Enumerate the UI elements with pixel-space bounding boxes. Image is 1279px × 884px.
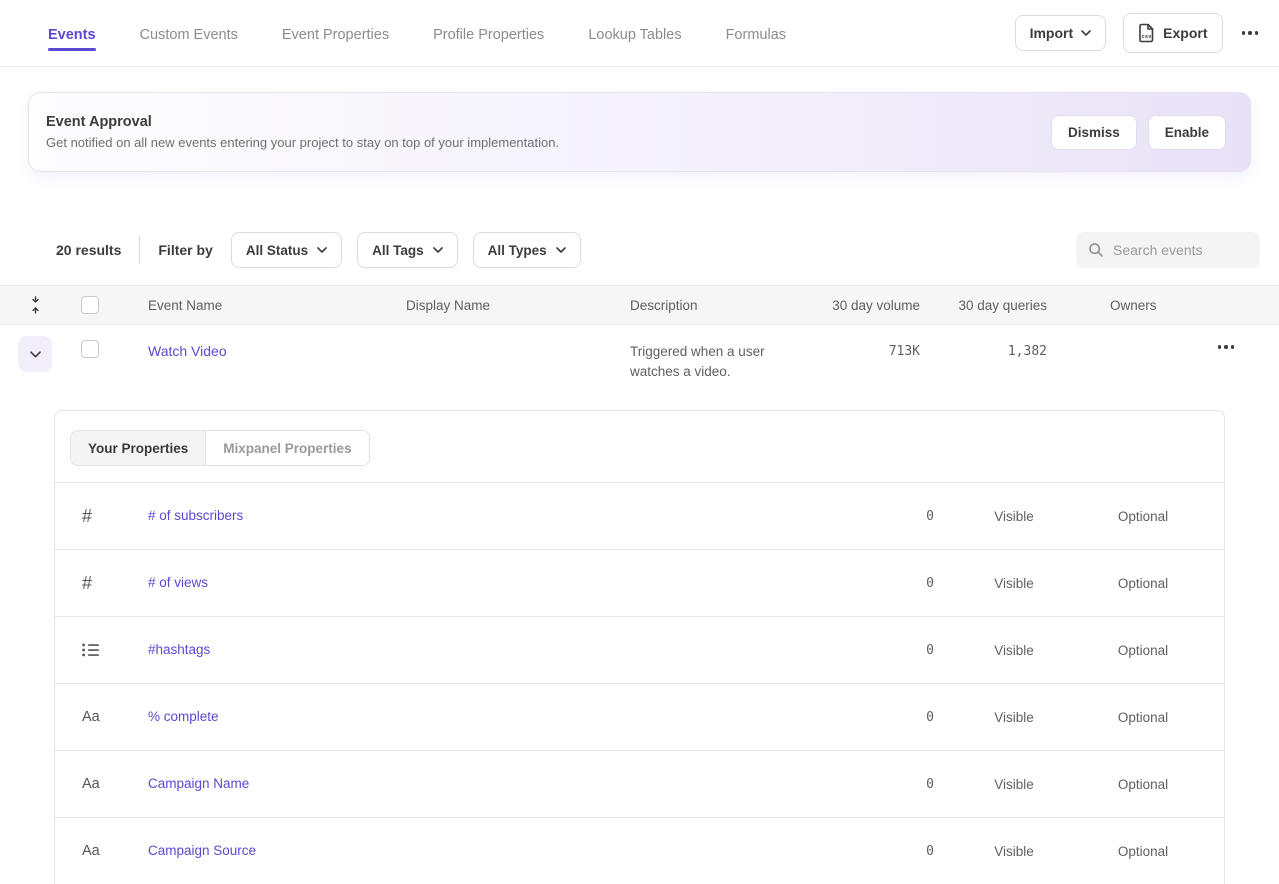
column-description[interactable]: Description — [630, 298, 820, 313]
event-queries: 1,382 — [1008, 336, 1047, 359]
tags-filter-label: All Tags — [372, 243, 424, 258]
properties-panel: Your Properties Mixpanel Properties # # … — [54, 410, 1225, 884]
types-filter-dropdown[interactable]: All Types — [473, 232, 581, 268]
tab-profile-properties[interactable]: Profile Properties — [433, 4, 544, 63]
property-visibility: Visible — [934, 509, 1094, 524]
search-events-box[interactable] — [1076, 232, 1260, 268]
property-visibility: Visible — [934, 643, 1094, 658]
types-filter-label: All Types — [488, 243, 547, 258]
text-icon: Aa — [82, 709, 100, 725]
tab-event-properties[interactable]: Event Properties — [282, 4, 389, 63]
number-icon: # — [82, 506, 92, 527]
property-row: Aa Campaign Name 0 Visible Optional — [55, 750, 1224, 817]
collapse-row-button[interactable] — [18, 336, 52, 372]
column-owners[interactable]: Owners — [1047, 298, 1279, 313]
property-link[interactable]: # of subscribers — [148, 508, 243, 523]
properties-tab-switcher: Your Properties Mixpanel Properties — [70, 430, 370, 466]
number-icon: # — [82, 573, 92, 594]
tab-your-properties[interactable]: Your Properties — [71, 431, 206, 465]
filter-bar: 20 results Filter by All Status All Tags… — [0, 232, 1279, 268]
export-button[interactable]: csv Export — [1123, 13, 1222, 53]
property-row: # # of subscribers 0 Visible Optional — [55, 482, 1224, 549]
property-count: 0 — [874, 509, 934, 524]
row-checkbox[interactable] — [81, 340, 99, 358]
property-link[interactable]: #hashtags — [148, 642, 210, 657]
column-event-name[interactable]: Event Name — [148, 298, 406, 313]
property-count: 0 — [874, 643, 934, 658]
property-count: 0 — [874, 777, 934, 792]
property-requirement: Optional — [1094, 710, 1192, 725]
chevron-down-icon — [1081, 30, 1091, 36]
event-description: Triggered when a user watches a video. — [630, 336, 790, 382]
column-30-day-volume[interactable]: 30 day volume — [820, 298, 920, 313]
property-link[interactable]: % complete — [148, 709, 219, 724]
property-visibility: Visible — [934, 576, 1094, 591]
tab-formulas[interactable]: Formulas — [726, 4, 786, 63]
property-count: 0 — [874, 710, 934, 725]
text-icon: Aa — [82, 843, 100, 859]
property-requirement: Optional — [1094, 643, 1192, 658]
property-row: Aa % complete 0 Visible Optional — [55, 683, 1224, 750]
import-button[interactable]: Import — [1015, 15, 1107, 51]
status-filter-label: All Status — [246, 243, 308, 258]
event-volume: 713K — [889, 336, 920, 359]
list-icon — [82, 643, 99, 657]
property-link[interactable]: Campaign Name — [148, 776, 249, 791]
property-row: # # of views 0 Visible Optional — [55, 549, 1224, 616]
more-icon — [1242, 31, 1259, 35]
export-button-label: Export — [1163, 25, 1207, 41]
select-all-checkbox[interactable] — [81, 296, 99, 314]
dismiss-button[interactable]: Dismiss — [1051, 115, 1137, 150]
csv-file-icon: csv — [1138, 23, 1155, 43]
property-requirement: Optional — [1094, 509, 1192, 524]
enable-button[interactable]: Enable — [1148, 115, 1226, 150]
tab-lookup-tables[interactable]: Lookup Tables — [588, 4, 681, 63]
nav-more-button[interactable] — [1240, 25, 1261, 41]
property-count: 0 — [874, 576, 934, 591]
search-icon — [1088, 242, 1104, 258]
property-requirement: Optional — [1094, 576, 1192, 591]
tab-custom-events[interactable]: Custom Events — [140, 4, 238, 63]
column-display-name[interactable]: Display Name — [406, 298, 630, 313]
property-row: Aa Campaign Source 0 Visible Optional — [55, 817, 1224, 884]
chevron-down-icon — [30, 351, 41, 358]
tab-events[interactable]: Events — [48, 4, 96, 63]
status-filter-dropdown[interactable]: All Status — [231, 232, 342, 268]
property-count: 0 — [874, 844, 934, 859]
search-events-input[interactable] — [1113, 242, 1248, 258]
event-name-link[interactable]: Watch Video — [148, 336, 227, 359]
property-link[interactable]: Campaign Source — [148, 843, 256, 858]
property-visibility: Visible — [934, 844, 1094, 859]
nav-tabs: Events Custom Events Event Properties Pr… — [48, 4, 1015, 63]
event-approval-banner: Event Approval Get notified on all new e… — [28, 92, 1251, 172]
banner-description: Get notified on all new events entering … — [46, 135, 1051, 150]
property-requirement: Optional — [1094, 844, 1192, 859]
text-icon: Aa — [82, 776, 100, 792]
chevron-down-icon — [433, 247, 443, 253]
filter-by-label: Filter by — [158, 242, 212, 258]
chevron-down-icon — [317, 247, 327, 253]
property-visibility: Visible — [934, 777, 1094, 792]
collapse-rows-icon[interactable] — [29, 296, 42, 314]
import-button-label: Import — [1030, 25, 1074, 41]
event-row-watch-video: Watch Video Triggered when a user watche… — [0, 325, 1279, 410]
events-table-header: Event Name Display Name Description 30 d… — [0, 285, 1279, 325]
tab-mixpanel-properties[interactable]: Mixpanel Properties — [206, 431, 368, 465]
column-30-day-queries[interactable]: 30 day queries — [920, 298, 1047, 313]
chevron-down-icon — [556, 247, 566, 253]
property-requirement: Optional — [1094, 777, 1192, 792]
property-row: #hashtags 0 Visible Optional — [55, 616, 1224, 683]
top-nav: Events Custom Events Event Properties Pr… — [0, 0, 1279, 67]
divider — [139, 236, 140, 264]
row-more-button[interactable] — [1216, 336, 1237, 355]
more-icon — [1218, 345, 1235, 349]
svg-text:csv: csv — [1142, 34, 1153, 40]
banner-title: Event Approval — [46, 114, 1051, 130]
property-link[interactable]: # of views — [148, 575, 208, 590]
property-visibility: Visible — [934, 710, 1094, 725]
tags-filter-dropdown[interactable]: All Tags — [357, 232, 458, 268]
results-count: 20 results — [56, 242, 121, 258]
